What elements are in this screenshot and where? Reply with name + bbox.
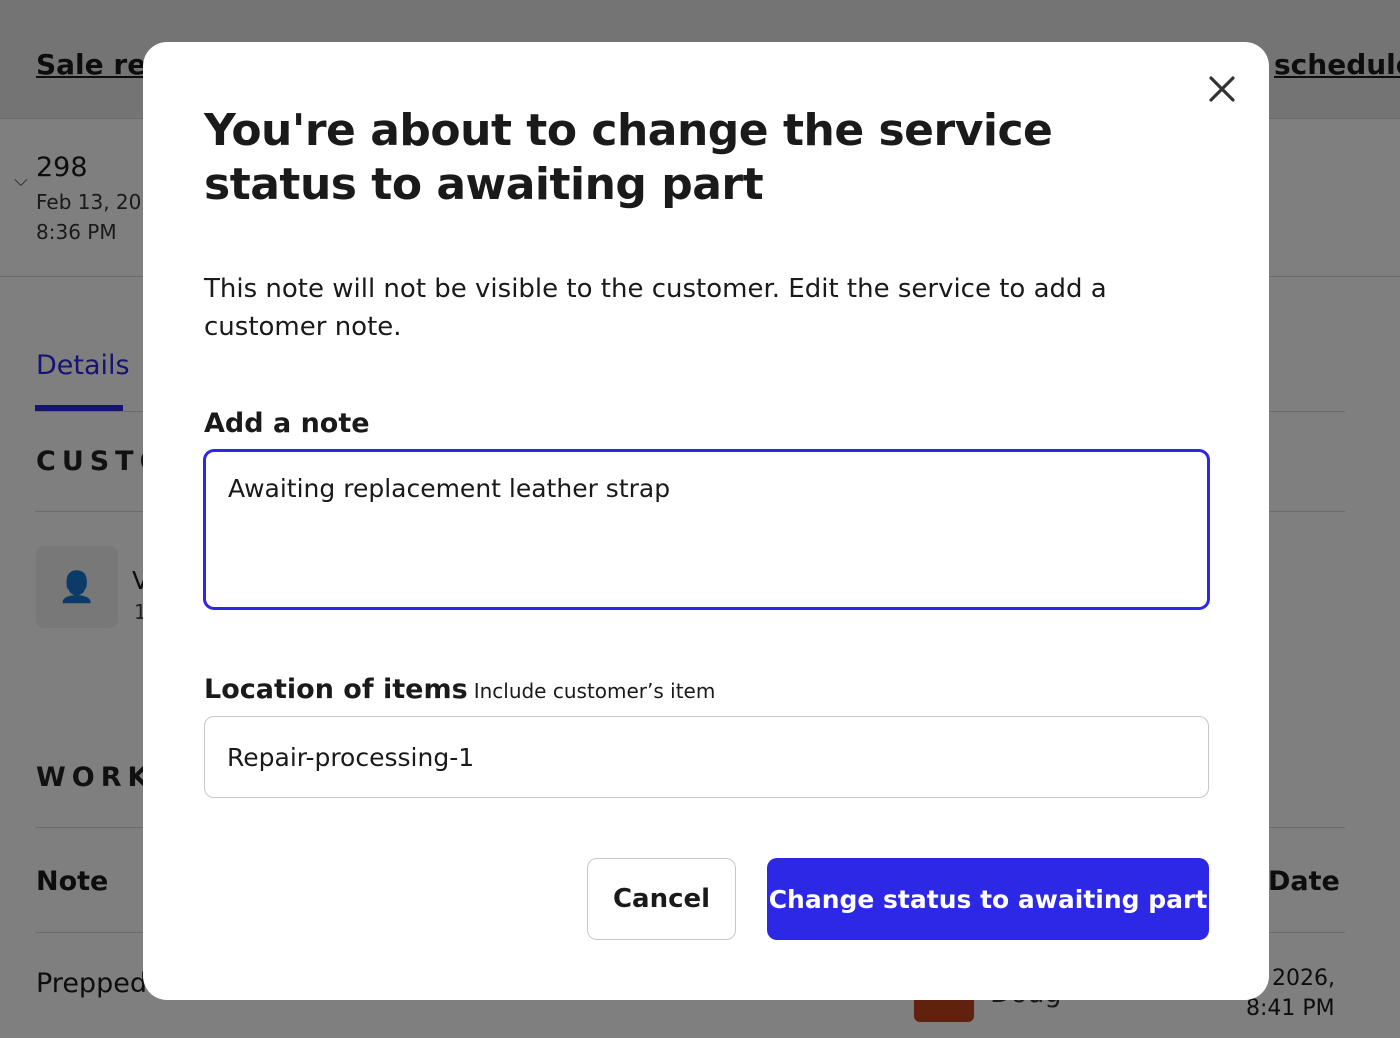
- location-field-hint: Include customer’s item: [473, 679, 716, 703]
- close-button[interactable]: [1205, 72, 1239, 106]
- cancel-button[interactable]: Cancel: [587, 858, 736, 940]
- location-input[interactable]: [204, 716, 1209, 798]
- dialog-description: This note will not be visible to the cus…: [204, 274, 1107, 342]
- location-field-label: Location of items Include customer’s item: [204, 674, 715, 705]
- note-label-text: Add a note: [204, 408, 370, 439]
- location-label-text: Location of items: [204, 674, 468, 705]
- note-input[interactable]: Awaiting replacement leather strap: [204, 450, 1209, 609]
- note-field-label: Add a note: [204, 408, 370, 439]
- close-icon: [1209, 76, 1235, 102]
- change-status-button[interactable]: Change status to awaiting part: [767, 858, 1209, 940]
- dialog-title: You're about to change the service statu…: [204, 105, 1053, 210]
- status-change-dialog: You're about to change the service statu…: [143, 42, 1269, 1000]
